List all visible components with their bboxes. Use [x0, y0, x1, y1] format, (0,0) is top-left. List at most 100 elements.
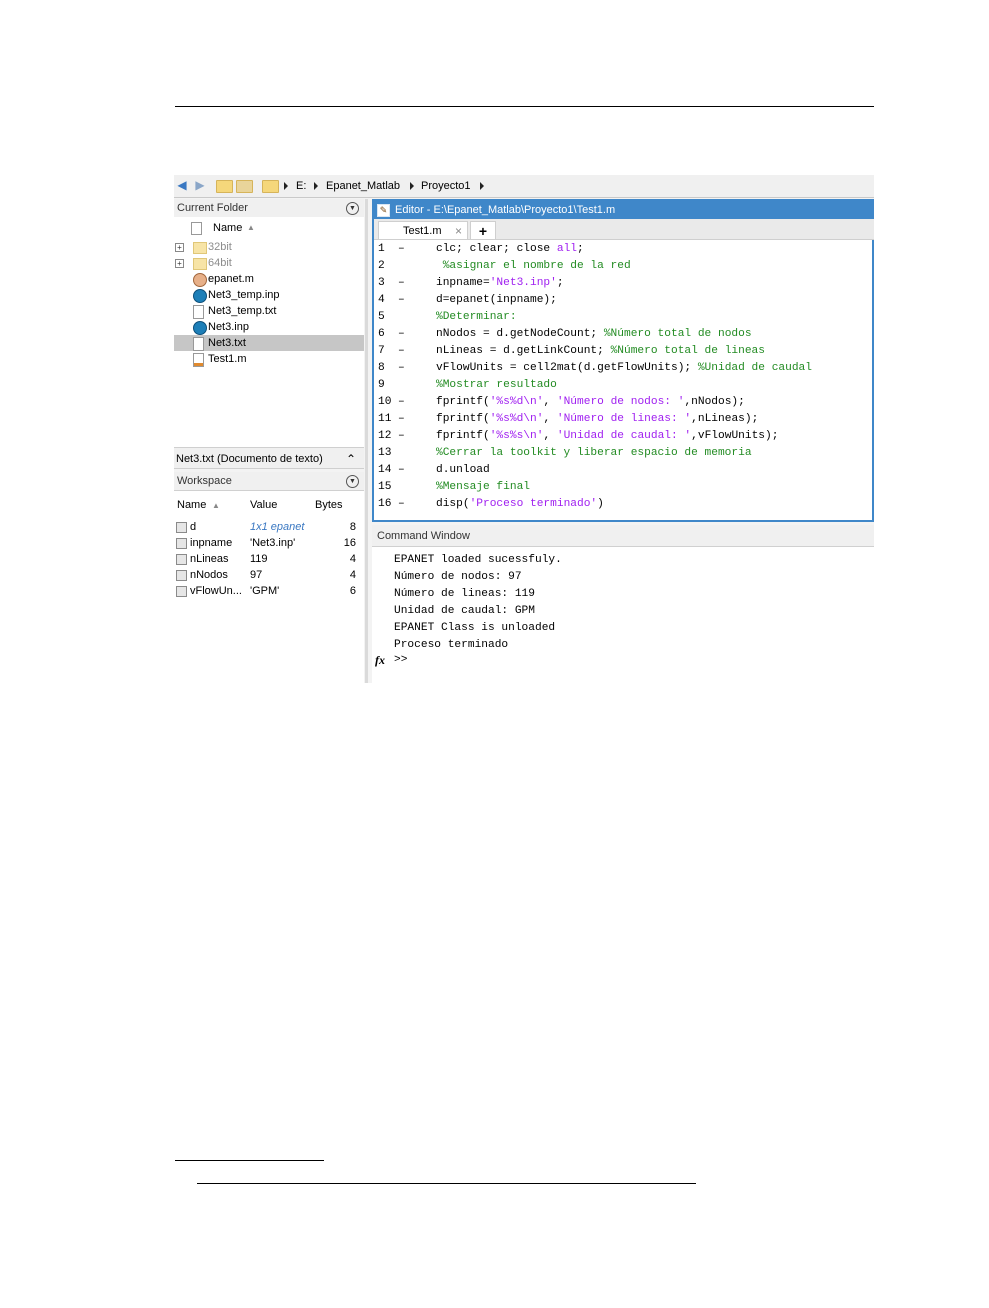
output-line: EPANET loaded sucessfuly. [394, 554, 562, 566]
code-line: 12– fprintf('%s%s\n', 'Unidad de caudal: … [374, 428, 874, 445]
code-line: 1 – clc; clear; close all; [374, 241, 874, 258]
ws-name: inpname [190, 537, 233, 549]
close-tab-icon[interactable]: × [455, 222, 462, 240]
tab-test1[interactable]: Test1.m × [378, 221, 468, 239]
header-rule [175, 106, 874, 107]
command-prompt[interactable]: >> [394, 654, 407, 666]
line-number: 6 [378, 328, 385, 340]
workspace-row[interactable]: nNodos 97 4 [174, 567, 364, 583]
breakpoint-marker[interactable]: – [398, 275, 405, 292]
variable-icon [176, 554, 187, 565]
ws-bytes: 4 [349, 553, 356, 565]
epanet-file-icon [193, 289, 207, 303]
output-line: Número de lineas: 119 [394, 588, 535, 600]
code-line: 2 %asignar el nombre de la red [374, 258, 874, 275]
ws-name: d [190, 521, 197, 533]
line-number: 4 [378, 294, 385, 306]
file-name: Test1.m [208, 353, 247, 365]
output-line: Número de nodos: 97 [394, 571, 522, 583]
file-row[interactable]: epanet.m [174, 271, 364, 287]
code-text: vFlowUnits = cell2mat(d.getFlowUnits); %… [436, 362, 812, 374]
file-row[interactable]: Net3_temp.inp [174, 287, 364, 303]
breakpoint-marker[interactable]: – [398, 292, 405, 309]
matlab-screenshot: ◀ ▶ E: Epanet_Matlab Proyecto1 Current F… [174, 175, 874, 683]
ws-value: 'GPM' [250, 585, 280, 597]
code-line: 8 – vFlowUnits = cell2mat(d.getFlowUnits);… [374, 360, 874, 377]
workspace-row[interactable]: d 1x1 epanet 8 [174, 519, 364, 535]
ws-value: 119 [250, 553, 268, 565]
breadcrumb-epanet-matlab[interactable]: Epanet_Matlab [326, 179, 400, 193]
breakpoint-marker[interactable]: – [398, 428, 405, 445]
output-line: Unidad de caudal: GPM [394, 605, 535, 617]
expand-icon[interactable]: + [175, 243, 184, 252]
breakpoint-marker[interactable]: – [398, 496, 405, 513]
breadcrumb-drive[interactable]: E: [296, 179, 306, 193]
ws-bytes: 8 [349, 521, 356, 533]
code-text: fprintf('%s%d\n', 'Número de lineas: ',n… [436, 413, 759, 425]
breakpoint-marker[interactable]: – [398, 241, 405, 258]
up-folder-icon[interactable] [216, 178, 233, 193]
breakpoint-marker[interactable]: – [398, 343, 405, 360]
ws-bytes: 16 [343, 537, 356, 549]
code-text: clc; clear; close all; [436, 243, 584, 255]
workspace-row[interactable]: vFlowUn... 'GPM' 6 [174, 583, 364, 599]
pane-splitter[interactable] [365, 199, 368, 683]
new-tab-button[interactable]: + [470, 221, 496, 239]
panel-actions-icon[interactable]: ▼ [346, 475, 359, 488]
panel-actions-icon[interactable]: ▼ [346, 202, 359, 215]
ws-bytes: 6 [349, 585, 356, 597]
folder-icon [262, 178, 279, 193]
file-name: Net3.inp [208, 321, 249, 333]
workspace-row[interactable]: inpname 'Net3.inp' 16 [174, 535, 364, 551]
back-arrow-icon[interactable]: ◀ [175, 179, 189, 192]
expand-icon[interactable]: + [175, 259, 184, 268]
object-variable-icon [176, 522, 187, 533]
ws-col-name[interactable]: Name [177, 499, 206, 511]
file-name: Net3.txt [208, 337, 246, 349]
forward-arrow-icon[interactable]: ▶ [193, 179, 207, 192]
line-number: 11 [378, 413, 392, 425]
file-row[interactable]: +32bit [174, 239, 364, 255]
ws-name: nNodos [190, 569, 228, 581]
code-line: 4 – d=epanet(inpname); [374, 292, 874, 309]
code-text: %Mensaje final [436, 481, 530, 493]
browse-folder-icon[interactable] [236, 178, 253, 193]
file-name: 32bit [208, 241, 232, 253]
ws-col-bytes[interactable]: Bytes [315, 499, 343, 511]
breadcrumb-proyecto1[interactable]: Proyecto1 [421, 179, 471, 193]
ws-value: 'Net3.inp' [250, 537, 296, 549]
breakpoint-marker[interactable]: – [398, 462, 405, 479]
collapse-chevron-icon[interactable]: ⌃ [346, 448, 356, 470]
code-line: 9 %Mostrar resultado [374, 377, 874, 394]
details-bar[interactable]: Net3.txt (Documento de texto) ⌃ [174, 447, 364, 469]
breakpoint-marker[interactable]: – [398, 326, 405, 343]
file-row[interactable]: Net3_temp.txt [174, 303, 364, 319]
breakpoint-marker[interactable]: – [398, 360, 405, 377]
file-row[interactable]: Net3.inp [174, 319, 364, 335]
output-line: Proceso terminado [394, 639, 509, 651]
epanet-file-icon [193, 321, 207, 335]
code-line: 6 – nNodos = d.getNodeCount; %Número total… [374, 326, 874, 343]
line-number: 9 [378, 379, 385, 391]
fx-icon[interactable]: fx [375, 653, 385, 668]
file-row[interactable]: +64bit [174, 255, 364, 271]
breakpoint-marker[interactable]: – [398, 411, 405, 428]
code-line: 14– d.unload [374, 462, 874, 479]
editor-tab-bar: Test1.m × + [374, 219, 874, 240]
breakpoint-marker[interactable]: – [398, 394, 405, 411]
footnote-underline [197, 1183, 696, 1184]
editor-title: Editor - E:\Epanet_Matlab\Proyecto1\Test… [395, 204, 616, 216]
variable-icon [176, 570, 187, 581]
script-file-icon [193, 353, 204, 367]
command-window[interactable]: Command Window EPANET loaded sucessfuly.… [372, 525, 874, 683]
column-header-name[interactable]: Name ▲ [174, 220, 364, 236]
file-name: 64bit [208, 257, 232, 269]
ws-bytes: 4 [349, 569, 356, 581]
file-row[interactable]: Test1.m [174, 351, 364, 367]
code-area[interactable]: 1 – clc; clear; close all; 2 %asignar el no… [374, 241, 874, 521]
workspace-row[interactable]: nLineas 119 4 [174, 551, 364, 567]
ws-col-value[interactable]: Value [250, 499, 277, 511]
code-text: nNodos = d.getNodeCount; %Número total d… [436, 328, 752, 340]
tab-label: Test1.m [403, 225, 442, 237]
file-row[interactable]: Net3.txt [174, 335, 364, 351]
